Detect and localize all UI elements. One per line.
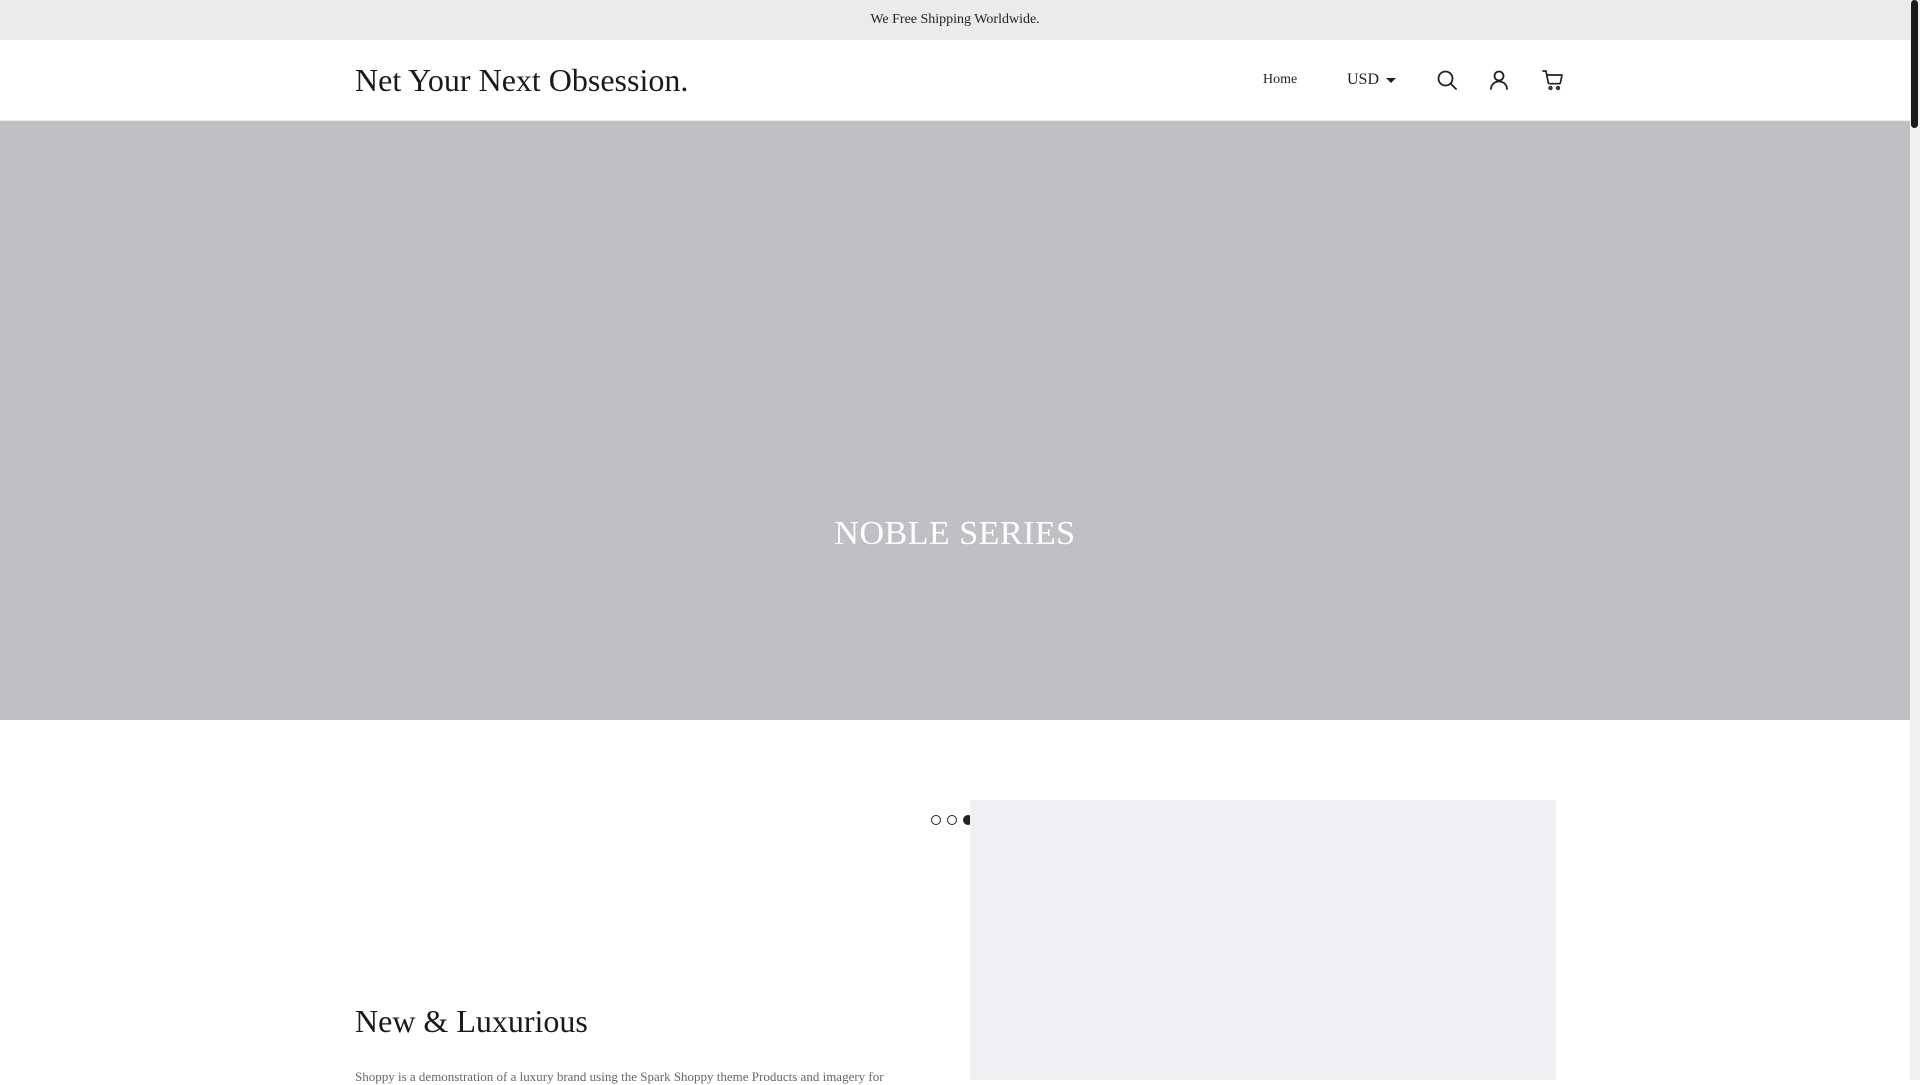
account-icon[interactable] xyxy=(1487,68,1511,92)
announcement-bar: We Free Shipping Worldwide. xyxy=(0,0,1910,40)
announcement-text: We Free Shipping Worldwide. xyxy=(870,12,1040,27)
section-description: Shoppy is a demonstration of a luxury br… xyxy=(355,1069,884,1084)
currency-value: USD xyxy=(1347,71,1380,88)
scrollbar-thumb[interactable] xyxy=(1911,0,1918,128)
currency-selector[interactable]: USD xyxy=(1347,40,1397,120)
scrollbar-track xyxy=(1910,0,1920,1080)
cart-icon[interactable] xyxy=(1541,68,1565,92)
site-logo[interactable]: Net Your Next Obsession. xyxy=(355,40,688,120)
search-icon[interactable] xyxy=(1435,68,1459,92)
slide-dot-1[interactable] xyxy=(931,815,941,825)
hero-slideshow[interactable]: NOBLE SERIES xyxy=(0,121,1910,825)
site-header: Net Your Next Obsession. Home USD xyxy=(0,40,1910,121)
slideshow-dots xyxy=(931,815,973,825)
caret-down-icon xyxy=(1386,77,1397,83)
section-title: New & Luxurious xyxy=(355,1003,588,1039)
slide-dot-2[interactable] xyxy=(947,815,957,825)
feature-image xyxy=(970,800,1556,1080)
hero-title: NOBLE SERIES xyxy=(834,515,1076,552)
nav-link-home[interactable]: Home xyxy=(1263,40,1297,120)
